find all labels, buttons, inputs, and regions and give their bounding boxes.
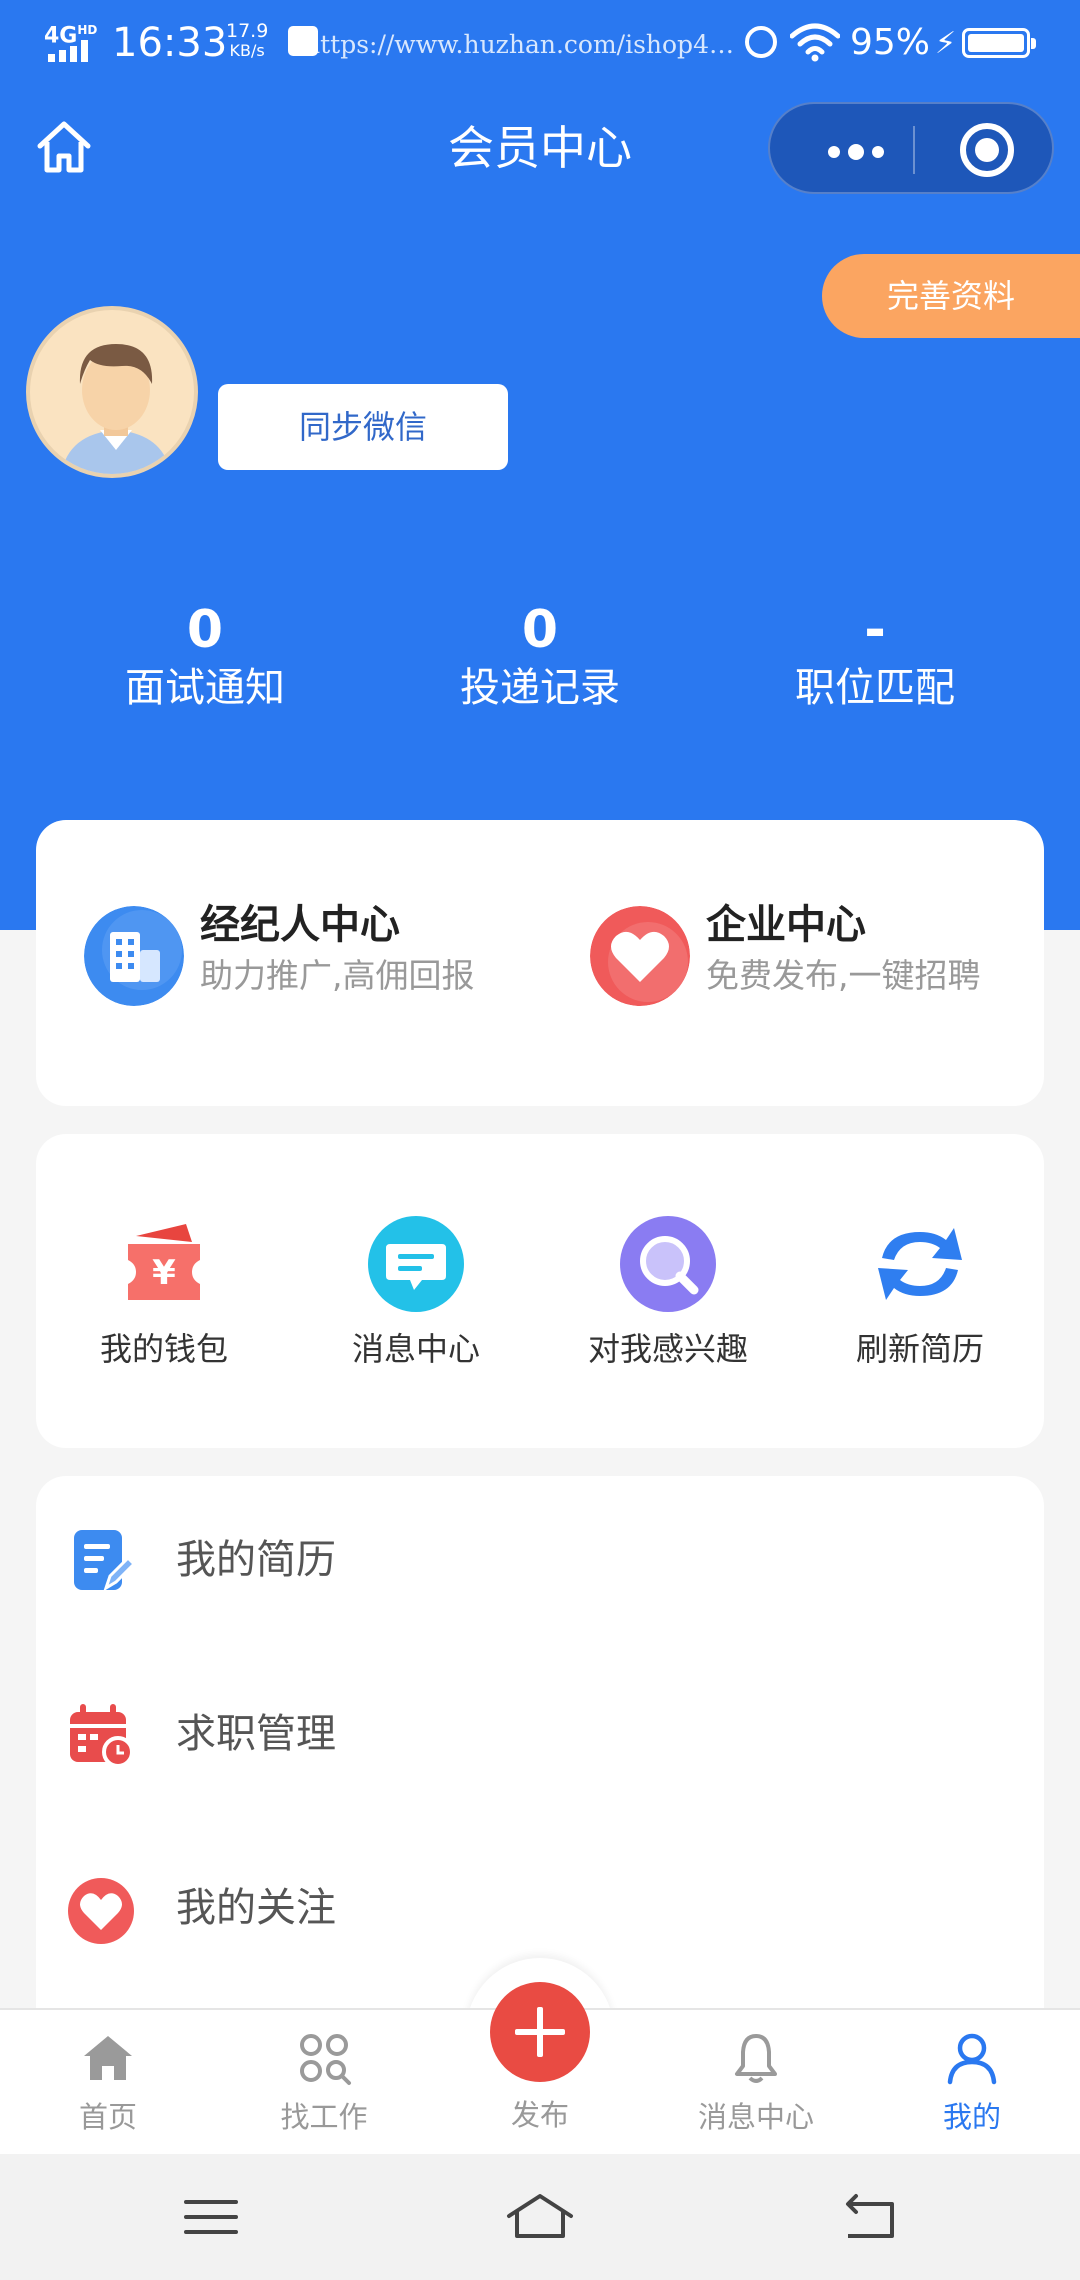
tab-messages[interactable]: 消息中心 [648, 2010, 864, 2156]
tab-label: 消息中心 [697, 2100, 814, 2134]
message-icon [368, 1216, 464, 1312]
avatar-illustration [61, 344, 171, 474]
miniapp-capsule [768, 102, 1054, 194]
status-bar: 4GHD 16:33 17.9 KB/s https://www.huzhan.… [0, 0, 1080, 86]
network-speed: 17.9 KB/s [226, 20, 269, 61]
tab-home[interactable]: 首页 [0, 2010, 216, 2156]
speed-unit: KB/s [229, 41, 265, 60]
resume-edit-icon [74, 1530, 136, 1592]
system-nav-bar [0, 2154, 1080, 2280]
home-filled-icon [84, 2036, 132, 2080]
menu-label: 求职管理 [176, 1711, 336, 1757]
menu-label: 我的关注 [176, 1885, 336, 1931]
tab-find-job[interactable]: 找工作 [216, 2010, 432, 2156]
shortcut-label: 消息中心 [351, 1330, 480, 1368]
tab-mine[interactable]: 我的 [864, 2010, 1080, 2156]
url-watermark: https://www.huzhan.com/ishop4… [304, 30, 734, 59]
shortcut-card: ¥ 我的钱包 消息中心 对我感兴趣 刷新简历 [36, 1134, 1044, 1448]
center-subtitle: 免费发布,一键招聘 [706, 956, 981, 995]
shortcut-wallet[interactable]: ¥ 我的钱包 [54, 1214, 274, 1384]
shortcut-interested[interactable]: 对我感兴趣 [558, 1214, 778, 1384]
enterprise-center-entry[interactable]: 企业中心 免费发布,一键招聘 [590, 898, 1030, 1018]
shortcut-label: 刷新简历 [855, 1330, 984, 1368]
stat-job-match[interactable]: - 职位匹配 [725, 600, 1025, 716]
user-icon [947, 2033, 997, 2085]
menu-icon[interactable] [176, 2182, 246, 2252]
wallet-icon: ¥ [128, 1224, 200, 1300]
shortcut-label: 对我感兴趣 [587, 1330, 748, 1368]
home-nav-icon[interactable] [505, 2182, 575, 2252]
search-icon [620, 1216, 716, 1312]
center-subtitle: 助力推广,高佣回报 [200, 956, 475, 995]
heart-icon [68, 1878, 134, 1944]
stat-label: 投递记录 [460, 665, 620, 711]
stat-value: - [864, 600, 886, 660]
more-dots-icon[interactable] [800, 104, 900, 196]
heart-icon [590, 906, 690, 1006]
center-title: 经纪人中心 [200, 902, 400, 948]
battery-percent: 95% [850, 22, 931, 63]
stat-label: 职位匹配 [795, 665, 955, 711]
capsule-divider [913, 126, 915, 174]
shortcut-label: 我的钱包 [99, 1330, 228, 1368]
stats-row: 0 面试通知 0 投递记录 - 职位匹配 [0, 600, 1080, 720]
network-hd-label: HD [77, 23, 98, 37]
battery-icon [962, 28, 1036, 58]
stat-interview[interactable]: 0 面试通知 [55, 600, 355, 716]
calendar-icon [70, 1704, 134, 1768]
alarm-icon [745, 26, 777, 58]
center-title: 企业中心 [706, 902, 866, 948]
stat-applications[interactable]: 0 投递记录 [390, 600, 690, 716]
sync-wechat-button[interactable]: 同步微信 [218, 384, 508, 470]
menu-item-resume[interactable]: 我的简历 [36, 1476, 1044, 1650]
signal-icon [48, 40, 98, 62]
avatar[interactable] [26, 306, 198, 478]
stat-label: 面试通知 [125, 665, 285, 711]
wifi-icon [790, 23, 840, 62]
agent-center-entry[interactable]: 经纪人中心 助力推广,高佣回报 [84, 898, 544, 1018]
menu-item-job-management[interactable]: 求职管理 [36, 1650, 1044, 1824]
tab-label: 找工作 [280, 2100, 368, 2134]
svg-text:¥: ¥ [152, 1253, 176, 1293]
charging-icon: ⚡ [935, 26, 957, 61]
clock: 16:33 [112, 20, 228, 66]
publish-label: 发布 [510, 2098, 569, 2132]
shortcut-refresh-resume[interactable]: 刷新简历 [810, 1214, 1030, 1384]
center-card: 经纪人中心 助力推广,高佣回报 企业中心 免费发布,一键招聘 [36, 820, 1044, 1106]
publish-button[interactable] [490, 1982, 590, 2082]
stat-value: 0 [186, 600, 224, 660]
speed-value: 17.9 [226, 20, 269, 42]
building-icon [84, 906, 184, 1006]
tab-label: 我的 [942, 2100, 1001, 2134]
tab-label: 首页 [78, 2100, 137, 2134]
menu-list: 我的简历 求职管理 我的关注 [36, 1476, 1044, 2036]
back-icon[interactable] [834, 2182, 904, 2252]
menu-label: 我的简历 [176, 1537, 336, 1583]
grid-search-icon [300, 2034, 351, 2085]
target-close-icon[interactable] [960, 123, 1014, 177]
complete-profile-button[interactable]: 完善资料 [822, 254, 1080, 338]
stat-value: 0 [521, 600, 559, 660]
bell-icon [735, 2034, 777, 2083]
shortcut-messages[interactable]: 消息中心 [306, 1214, 526, 1384]
refresh-icon [878, 1228, 962, 1300]
